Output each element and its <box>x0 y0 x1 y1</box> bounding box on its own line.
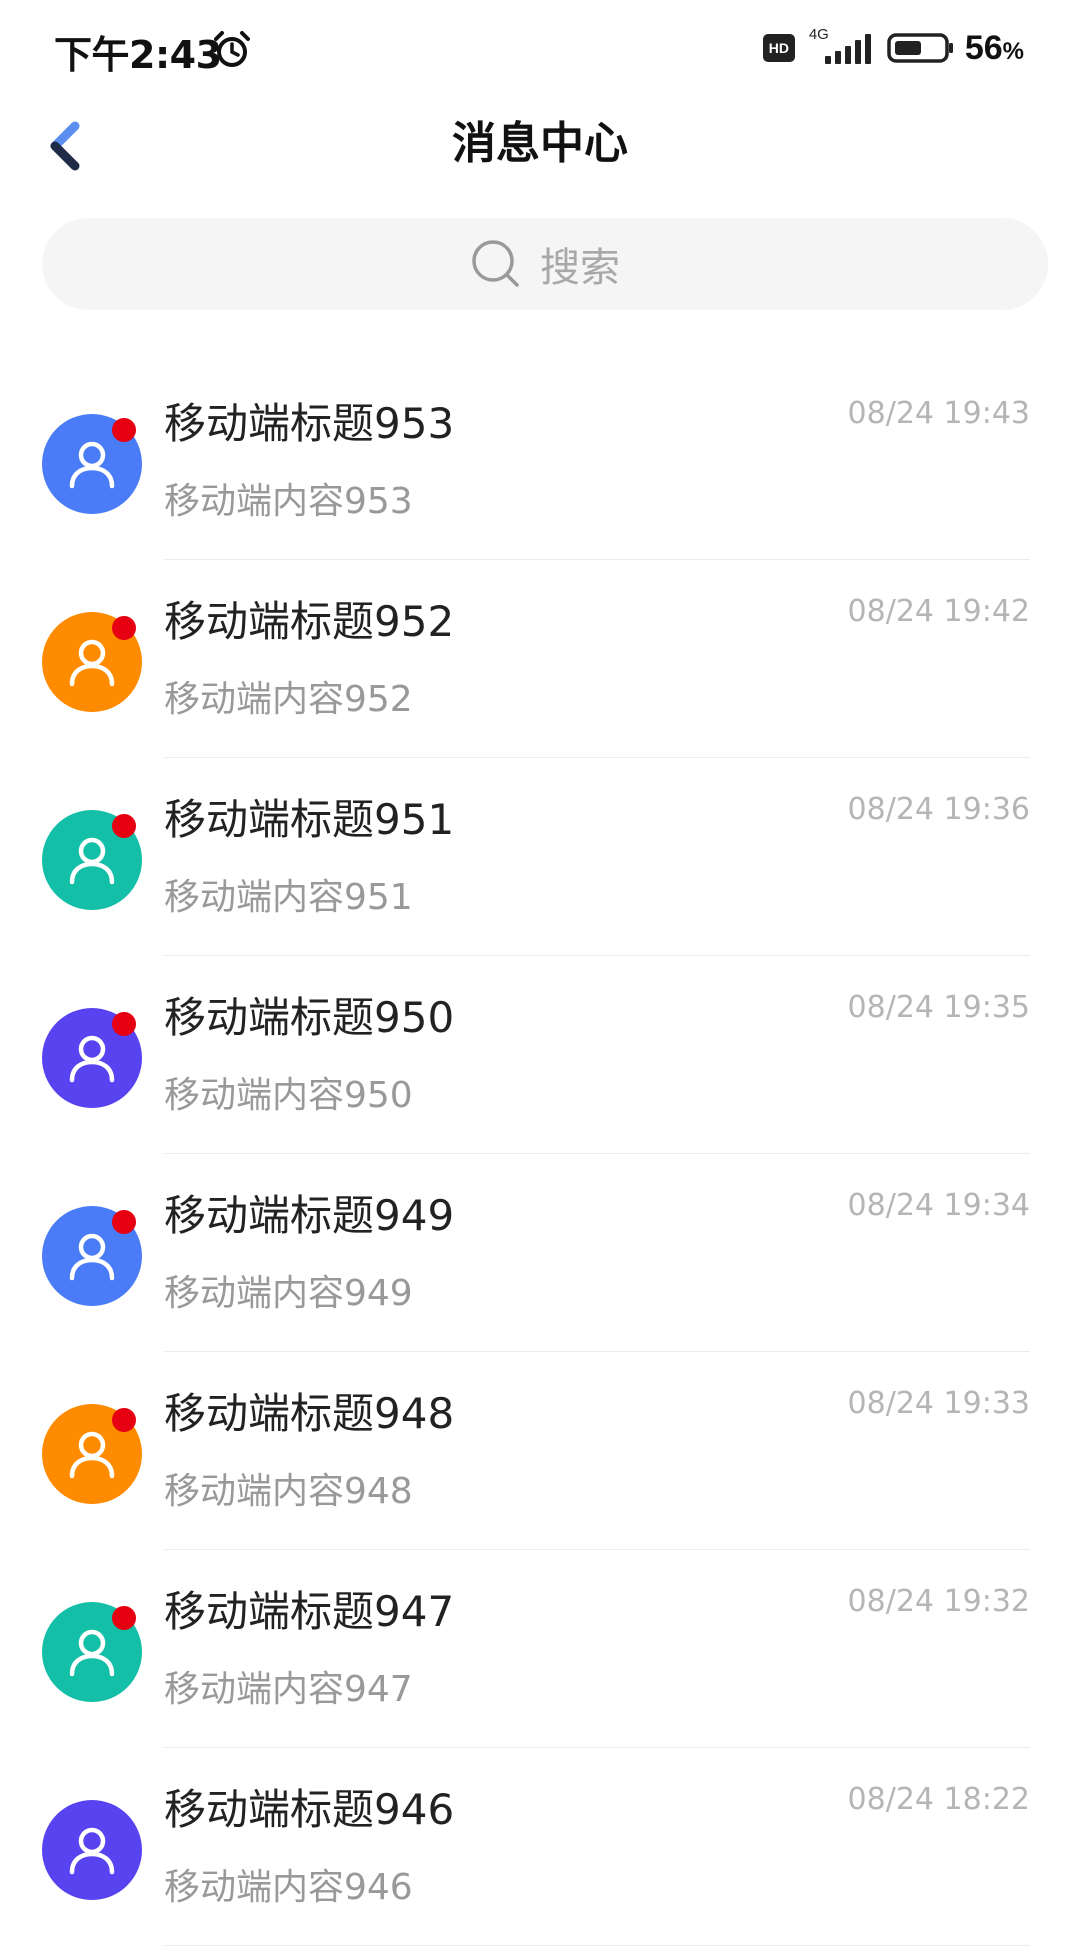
user-icon <box>69 1827 115 1875</box>
user-icon <box>69 441 115 489</box>
message-item[interactable]: 移动端标题953 移动端内容953 08/24 19:43 <box>0 362 1080 560</box>
search-placeholder: 搜索 <box>540 245 620 291</box>
unread-badge <box>112 616 136 640</box>
message-list: 移动端标题953 移动端内容953 08/24 19:43 移动端标题952 移… <box>0 362 1080 1946</box>
status-bar: 下午2:43 HD 4G 56% <box>0 0 1080 96</box>
message-item[interactable]: 移动端标题949 移动端内容949 08/24 19:34 <box>0 1154 1080 1352</box>
user-icon <box>69 1431 115 1479</box>
hd-voice-icon: HD <box>762 34 795 62</box>
message-title: 移动端标题950 <box>164 993 455 1042</box>
message-item[interactable]: 移动端标题947 移动端内容947 08/24 19:32 <box>0 1550 1080 1748</box>
message-title: 移动端标题949 <box>164 1191 455 1240</box>
user-icon <box>69 639 115 687</box>
cellular-signal: 4G <box>805 26 877 68</box>
message-title: 移动端标题952 <box>164 597 455 646</box>
message-item[interactable]: 移动端标题951 移动端内容951 08/24 19:36 <box>0 758 1080 956</box>
navigation-bar: 消息中心 <box>0 96 1080 226</box>
message-title: 移动端标题953 <box>164 399 455 448</box>
message-preview: 移动端内容953 <box>164 481 413 522</box>
message-item[interactable]: 移动端标题948 移动端内容948 08/24 19:33 <box>0 1352 1080 1550</box>
battery-percentage: 56% <box>964 28 1024 67</box>
message-preview: 移动端内容949 <box>164 1273 413 1314</box>
status-icons: HD 4G 56% <box>762 24 1024 72</box>
message-preview: 移动端内容947 <box>164 1669 413 1710</box>
search-input[interactable]: 搜索 <box>42 218 1048 310</box>
search-icon <box>472 240 519 287</box>
unread-badge <box>112 1210 136 1234</box>
message-timestamp: 08/24 19:43 <box>847 396 1030 431</box>
message-timestamp: 08/24 19:34 <box>847 1188 1030 1223</box>
status-time: 下午2:43 <box>54 33 222 77</box>
page-title: 消息中心 <box>452 118 628 169</box>
battery-icon <box>887 33 953 63</box>
message-timestamp: 08/24 18:22 <box>847 1782 1030 1817</box>
unread-badge <box>112 814 136 838</box>
message-preview: 移动端内容952 <box>164 679 413 720</box>
avatar <box>42 1800 142 1900</box>
unread-badge <box>112 1408 136 1432</box>
message-item[interactable]: 移动端标题952 移动端内容952 08/24 19:42 <box>0 560 1080 758</box>
message-timestamp: 08/24 19:42 <box>847 594 1030 629</box>
message-title: 移动端标题948 <box>164 1389 455 1438</box>
message-preview: 移动端内容950 <box>164 1075 413 1116</box>
unread-badge <box>112 1606 136 1630</box>
message-preview: 移动端内容948 <box>164 1471 413 1512</box>
message-timestamp: 08/24 19:36 <box>847 792 1030 827</box>
message-item[interactable]: 移动端标题950 移动端内容950 08/24 19:35 <box>0 956 1080 1154</box>
user-icon <box>69 837 115 885</box>
signal-bars-icon <box>824 34 871 64</box>
alarm-clock-icon <box>214 31 250 67</box>
message-title: 移动端标题951 <box>164 795 455 844</box>
message-preview: 移动端内容946 <box>164 1867 413 1908</box>
user-icon <box>69 1233 115 1281</box>
message-title: 移动端标题946 <box>164 1785 455 1834</box>
message-timestamp: 08/24 19:32 <box>847 1584 1030 1619</box>
message-preview: 移动端内容951 <box>164 877 413 918</box>
unread-badge <box>112 418 136 442</box>
user-icon <box>69 1629 115 1677</box>
message-title: 移动端标题947 <box>164 1587 455 1636</box>
message-item[interactable]: 移动端标题946 移动端内容946 08/24 18:22 <box>0 1748 1080 1946</box>
user-icon <box>69 1035 115 1083</box>
unread-badge <box>112 1012 136 1036</box>
message-timestamp: 08/24 19:33 <box>847 1386 1030 1421</box>
message-timestamp: 08/24 19:35 <box>847 990 1030 1025</box>
